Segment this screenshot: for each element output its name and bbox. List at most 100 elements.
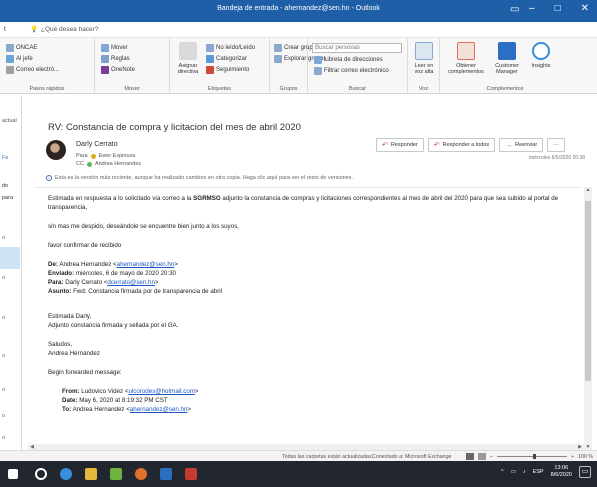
list-item[interactable]: o (2, 275, 5, 281)
read-unread-button[interactable]: No leído/Leído (206, 44, 255, 52)
email-link[interactable]: ahernandez@sen.hn (130, 406, 188, 413)
window-controls: – □ ✕ (529, 3, 589, 14)
tell-me-input[interactable]: ¿Qué desea hacer? (41, 26, 98, 33)
flag-icon (206, 66, 214, 74)
more-actions-button[interactable]: ··· (547, 138, 565, 152)
system-tray: ^ ▭ ♪ ESP 13:06 8/6/2020 ▭ (501, 465, 591, 479)
app-icon[interactable] (185, 468, 197, 480)
follow-up-button[interactable]: Seguimiento (206, 66, 249, 74)
tray-chevron-icon[interactable]: ^ (501, 469, 504, 475)
read-aloud-button[interactable]: Leer en voz alta (411, 42, 437, 76)
zoom-slider[interactable] (496, 454, 567, 459)
selected-message-highlight[interactable] (0, 247, 20, 269)
list-item[interactable]: para (2, 195, 13, 201)
scrollbar-thumb[interactable] (585, 201, 591, 381)
body-paragraph: Adjunto constancia firmada y sellada por… (48, 321, 179, 329)
read-aloud-icon (415, 42, 433, 60)
message-timestamp: miércoles 6/5/2020 20:38 (528, 155, 585, 161)
categorize-button[interactable]: Categorizar (206, 55, 247, 63)
body-paragraph: Estimada en respuesta a lo solicitado ví… (48, 195, 559, 211)
quick-step-correo[interactable]: Correo electró... (6, 66, 59, 74)
vertical-scrollbar[interactable]: ▲ ▼ (584, 187, 592, 452)
insights-icon (532, 42, 550, 60)
to-name[interactable]: Ewer Espinoza (99, 153, 136, 159)
close-button[interactable]: ✕ (581, 3, 589, 14)
get-addins-button[interactable]: Obtener complementos (444, 42, 488, 76)
volume-icon[interactable]: ♪ (523, 469, 526, 475)
message-subject: RV: Constancia de compra y licitacion de… (48, 122, 301, 133)
taskbar: ^ ▭ ♪ ESP 13:06 8/6/2020 ▭ (0, 461, 597, 487)
group-label: Etiquetas (208, 86, 231, 92)
body-paragraph: Andrea Hernandez (48, 349, 100, 357)
lightbulb-icon: 💡 (30, 26, 39, 33)
rules-icon (101, 55, 109, 63)
outlook-icon[interactable] (160, 468, 172, 480)
store-icon (457, 42, 475, 60)
file-explorer-icon[interactable] (85, 468, 97, 480)
sender-name[interactable]: Darly Cerrato (76, 141, 118, 148)
address-book-icon (314, 56, 322, 64)
forward-button[interactable]: → Reenviar (499, 138, 544, 152)
quick-step-oncae[interactable]: ONCAE (6, 44, 37, 52)
ribbon-group-tags: Asignar directiva No leído/Leído Categor… (170, 38, 270, 94)
ribbon-group-groups: Crear grupo Explorar grupos Grupos (270, 38, 326, 94)
minimize-button[interactable]: – (529, 3, 535, 14)
zoom-control: – + 100 % (466, 453, 593, 460)
clock[interactable]: 13:06 8/6/2020 (551, 465, 572, 479)
ribbon-group-quick-steps: ONCAE Al jefe Correo electró... Pasos rá… (0, 38, 95, 94)
edge-icon[interactable] (60, 468, 72, 480)
quick-step-al-jefe[interactable]: Al jefe (6, 55, 33, 63)
category-icon (206, 55, 214, 63)
original-header: From: Ludovico Videz <ulcorodes@hotmail.… (62, 387, 199, 413)
language-indicator[interactable]: ESP (533, 469, 544, 475)
list-item[interactable]: do (2, 183, 8, 189)
move-button[interactable]: Mover (101, 44, 128, 52)
email-link[interactable]: ulcorodes@hotmail.com (128, 388, 194, 395)
rules-button[interactable]: Reglas (101, 55, 130, 63)
start-windows-icon[interactable] (8, 469, 18, 479)
notification-icon[interactable]: ▭ (579, 465, 591, 478)
list-filter-label[interactable]: actual (2, 118, 17, 124)
list-item[interactable]: o (2, 435, 5, 441)
search-icon[interactable] (35, 468, 47, 480)
search-people-input[interactable]: Buscar personas (312, 43, 402, 53)
tab-label[interactable]: t (4, 26, 6, 33)
list-item[interactable]: o (2, 353, 5, 359)
onenote-button[interactable]: OneNote (101, 66, 135, 74)
list-item[interactable]: o (2, 235, 5, 241)
list-item[interactable]: Fe (2, 155, 8, 161)
sync-status: Todas las carpetas están actualizadas. (282, 454, 373, 460)
store-app-icon[interactable] (110, 468, 122, 480)
reply-all-button[interactable]: ↶ Responder a todos (427, 138, 496, 152)
connection-status: Conectado a: Microsoft Exchange (372, 454, 452, 460)
scroll-up-arrow-icon[interactable]: ▲ (584, 187, 592, 195)
customer-manager-button[interactable]: Customer Manager (492, 42, 522, 76)
group-label: Voz (418, 86, 429, 92)
zoom-out-button[interactable]: – (490, 454, 493, 460)
version-notice[interactable]: i Esta es la versión más reciente, aunqu… (46, 175, 353, 181)
avatar[interactable] (46, 140, 66, 160)
reply-button[interactable]: ↶ Responder (376, 138, 424, 152)
network-icon[interactable]: ▭ (511, 469, 516, 475)
address-book-button[interactable]: Libreta de direcciones (314, 56, 383, 64)
email-link[interactable]: dcerrato@sen.hn (107, 279, 155, 286)
list-item[interactable]: o (2, 387, 5, 393)
ribbon-display-options-icon[interactable]: ▭ (510, 4, 519, 15)
zoom-slider-knob[interactable] (532, 454, 536, 459)
insights-button[interactable]: Insights (528, 42, 554, 69)
maximize-button[interactable]: □ (555, 3, 561, 14)
zoom-in-button[interactable]: + (571, 454, 574, 460)
assign-policy-button[interactable]: Asignar directiva (174, 42, 202, 76)
list-item[interactable]: o (2, 413, 5, 419)
cc-name[interactable]: Andrea Hernandez (95, 161, 141, 167)
list-item[interactable]: o (2, 315, 5, 321)
browser-icon[interactable] (135, 468, 147, 480)
normal-view-icon[interactable] (466, 453, 474, 460)
email-link[interactable]: ahernandez@sen.hn (117, 261, 175, 268)
filter-email-button[interactable]: Filtrar correo electrónico (314, 67, 389, 75)
forward-icon: → (505, 141, 513, 149)
reading-view-icon[interactable] (478, 453, 486, 460)
ribbon: ONCAE Al jefe Correo electró... Pasos rá… (0, 38, 597, 94)
to-line: Para Ewer Espinoza (76, 153, 135, 159)
group-label: Buscar (348, 86, 367, 92)
